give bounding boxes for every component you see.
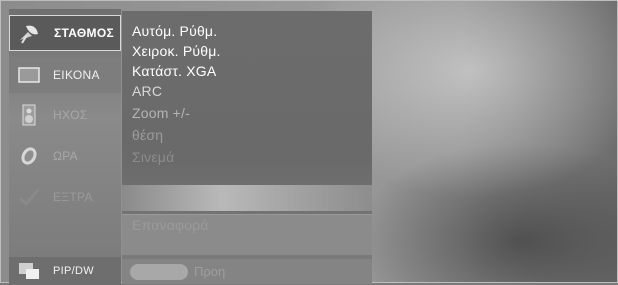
main-menu-sidebar: ΣΤΑΘΜΟΣ ΕΙΚΟΝΑ ΗΧΟΣ ΩΡΑ ΕΞΤΡΑ PIP/DW: [9, 9, 121, 285]
sidebar-item-label: ΩΡΑ: [53, 149, 78, 163]
submenu-separator-band: [122, 185, 372, 211]
preset-pill-button[interactable]: [130, 263, 188, 280]
sidebar-item-label: ΕΙΚΟΝΑ: [53, 68, 100, 82]
menu-option-auto-tune[interactable]: Αυτόμ. Ρύθμ.: [132, 23, 217, 39]
speaker-icon: [15, 102, 43, 128]
sidebar-item-label: ΕΞΤΡΑ: [53, 190, 93, 204]
menu-option-arc[interactable]: ARC: [132, 83, 162, 99]
sidebar-item-pip[interactable]: PIP/DW: [9, 257, 121, 285]
clock-icon: [15, 143, 43, 169]
station-submenu: Αυτόμ. Ρύθμ. Χειροκ. Ρύθμ. Κατάστ. XGA A…: [122, 11, 372, 284]
screen-icon: [15, 62, 43, 88]
sidebar-item-label: PIP/DW: [53, 265, 94, 277]
menu-option-cinema[interactable]: Σινεμά: [132, 149, 174, 165]
sidebar-item-sound[interactable]: ΗΧΟΣ: [9, 97, 121, 133]
satellite-dish-icon: [16, 20, 44, 46]
check-icon: [15, 184, 43, 210]
menu-option-reset[interactable]: Επαναφορά: [132, 217, 209, 233]
submenu-bottom-bar: Προη: [122, 259, 372, 284]
menu-option-xga-mode[interactable]: Κατάστ. XGA: [132, 63, 216, 79]
tv-osd-screen: ΣΤΑΘΜΟΣ ΕΙΚΟΝΑ ΗΧΟΣ ΩΡΑ ΕΞΤΡΑ PIP/DW Αυτ…: [0, 0, 618, 285]
pip-icon: [15, 258, 43, 284]
menu-option-position[interactable]: θέση: [132, 127, 163, 143]
menu-option-zoom[interactable]: Zoom +/-: [132, 105, 190, 121]
sidebar-item-time[interactable]: ΩΡΑ: [9, 138, 121, 174]
sidebar-item-picture[interactable]: ΕΙΚΟΝΑ: [9, 57, 121, 93]
bottom-bar-label: Προη: [194, 264, 226, 279]
sidebar-item-label: ΗΧΟΣ: [53, 108, 88, 122]
sidebar-item-station[interactable]: ΣΤΑΘΜΟΣ: [9, 15, 121, 51]
menu-option-manual-tune[interactable]: Χειροκ. Ρύθμ.: [132, 43, 221, 59]
sidebar-item-label: ΣΤΑΘΜΟΣ: [54, 26, 114, 40]
sidebar-item-extra[interactable]: ΕΞΤΡΑ: [9, 179, 121, 215]
